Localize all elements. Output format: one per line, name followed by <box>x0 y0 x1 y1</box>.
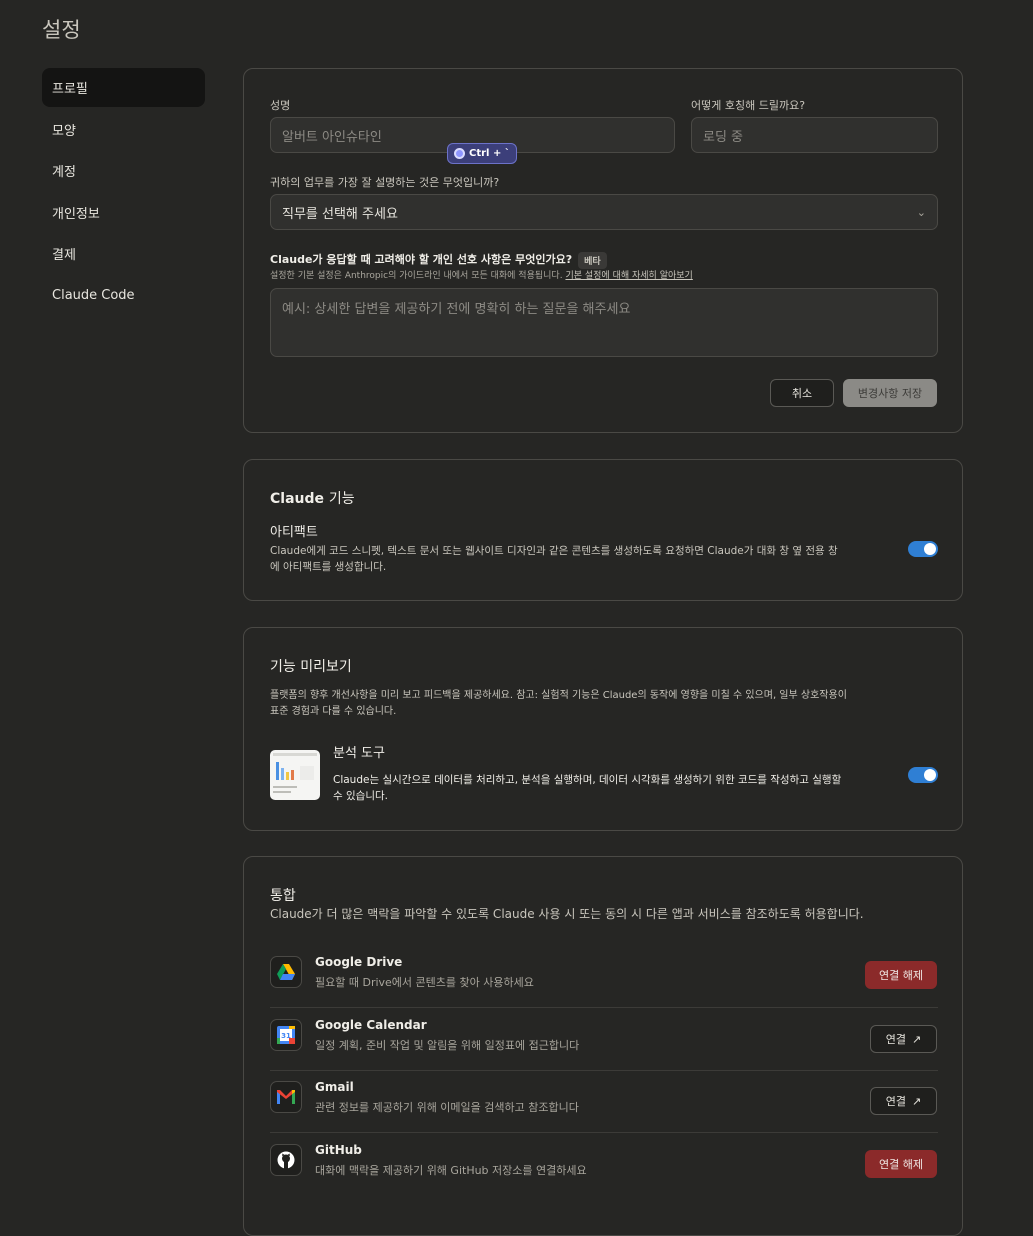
integration-name: Google Calendar <box>315 1018 427 1032</box>
sidebar-item-privacy[interactable]: 개인정보 <box>42 193 205 232</box>
features-title-ko: 기능 <box>328 491 355 507</box>
claude-features-card: Claude 기능 아티팩트 Claude에게 코드 스니펫, 텍스트 문서 또… <box>243 459 963 601</box>
google-calendar-icon: 31 <box>270 1019 302 1051</box>
analysis-tool-title: 분석 도구 <box>333 746 385 761</box>
integration-description: 대화에 맥락을 제공하기 위해 GitHub 저장소를 연결하세요 <box>315 1164 587 1177</box>
page-title: 설정 <box>42 18 81 42</box>
analysis-tool-description-line-2: 수 있습니다. <box>333 790 388 802</box>
nickname-input[interactable]: 로딩 중 <box>691 117 938 153</box>
beta-badge: 베타 <box>578 251 607 269</box>
integration-row-github: GitHub 대화에 맥락을 제공하기 위해 GitHub 저장소를 연결하세요… <box>270 1134 938 1196</box>
analysis-tool-description-line-1: Claude는 실시간으로 데이터를 처리하고, 분석을 실행하며, 데이터 시… <box>333 774 842 786</box>
integration-description: 일정 계획, 준비 작업 및 알림을 위해 일정표에 접근합니다 <box>315 1039 580 1052</box>
sidebar-item-profile[interactable]: 프로필 <box>42 68 205 107</box>
features-title-en: Claude <box>270 491 325 507</box>
integration-description: 필요할 때 Drive에서 콘텐츠를 찾아 사용하세요 <box>315 976 534 989</box>
artifacts-toggle[interactable] <box>908 541 938 557</box>
sidebar-item-claude-code[interactable]: Claude Code <box>42 276 205 315</box>
integration-row-gmail: Gmail 관련 정보를 제공하기 위해 이메일을 검색하고 참조합니다 연결 … <box>270 1071 938 1133</box>
preview-description: 플랫폼의 향후 개선사항을 미리 보고 피드백을 제공하세요. 참고: 실험적 … <box>270 688 942 720</box>
preferences-label: Claude가 응답할 때 고려해야 할 개인 선호 사항은 무엇인가요? 베타 <box>270 251 607 269</box>
artifacts-description-line-2: 에 아티팩트를 생성합니다. <box>270 561 387 573</box>
external-link-icon: ↗ <box>912 1094 922 1108</box>
analysis-chart-icon <box>273 753 317 793</box>
analysis-tool-thumbnail <box>270 750 320 800</box>
external-link-icon: ↗ <box>912 1032 922 1046</box>
features-title: Claude 기능 <box>270 488 355 508</box>
google-calendar-connect-button[interactable]: 연결 ↗ <box>870 1025 937 1053</box>
profile-card: 성명 알버트 아인슈타인 어떻게 호칭해 드릴까요? 로딩 중 귀하의 업무를 … <box>243 68 963 433</box>
preview-description-line-1: 플랫폼의 향후 개선사항을 미리 보고 피드백을 제공하세요. 참고: 실험적 … <box>270 690 847 701</box>
integrations-title: 통합 <box>270 888 296 904</box>
preferences-label-text: Claude가 응답할 때 고려해야 할 개인 선호 사항은 무엇인가요? <box>270 253 573 266</box>
save-changes-button[interactable]: 변경사항 저장 <box>843 379 937 407</box>
preferences-textarea[interactable]: 예시: 상세한 답변을 제공하기 전에 명확히 하는 질문을 해주세요 <box>270 288 938 357</box>
connect-label: 연결 <box>885 1033 907 1046</box>
integration-row-google-calendar: 31 Google Calendar 일정 계획, 준비 작업 및 알림을 위해… <box>270 1009 938 1071</box>
shortcut-badge: Ctrl + ` <box>447 143 517 164</box>
artifacts-description-line-1: Claude에게 코드 스니펫, 텍스트 문서 또는 웹사이트 디자인과 같은 … <box>270 545 838 557</box>
gmail-connect-button[interactable]: 연결 ↗ <box>870 1087 937 1115</box>
sidebar-item-appearance[interactable]: 모양 <box>42 110 205 149</box>
sidebar-item-billing[interactable]: 결제 <box>42 234 205 273</box>
integration-name: Google Drive <box>315 955 403 969</box>
assistant-logo-icon <box>454 148 465 159</box>
google-drive-icon <box>270 956 302 988</box>
gmail-icon <box>270 1081 302 1113</box>
shortcut-badge-text: Ctrl + ` <box>469 148 510 159</box>
integrations-description: Claude가 더 많은 맥락을 파악할 수 있도록 Claude 사용 시 또… <box>270 907 864 921</box>
feature-preview-card: 기능 미리보기 플랫폼의 향후 개선사항을 미리 보고 피드백을 제공하세요. … <box>243 627 963 831</box>
preferences-hint: 설정한 기본 설정은 Anthropic의 가이드라인 내에서 모든 대화에 적… <box>270 268 693 281</box>
preview-title: 기능 미리보기 <box>270 659 352 675</box>
work-select-value: 직무를 선택해 주세요 <box>282 206 398 222</box>
analysis-tool-description: Claude는 실시간으로 데이터를 처리하고, 분석을 실행하며, 데이터 시… <box>333 772 893 804</box>
google-drive-disconnect-button[interactable]: 연결 해제 <box>865 961 937 989</box>
integrations-card: 통합 Claude가 더 많은 맥락을 파악할 수 있도록 Claude 사용 … <box>243 856 963 1236</box>
artifacts-description: Claude에게 코드 스니펫, 텍스트 문서 또는 웹사이트 디자인과 같은 … <box>270 543 890 575</box>
call-label: 어떻게 호칭해 드릴까요? <box>691 99 806 112</box>
integration-name: Gmail <box>315 1080 354 1094</box>
chevron-down-icon: ⌄ <box>916 205 926 219</box>
integration-row-google-drive: Google Drive 필요할 때 Drive에서 콘텐츠를 찾아 사용하세요… <box>270 946 938 1008</box>
analysis-tool-toggle[interactable] <box>908 767 938 783</box>
calendar-day-number: 31 <box>281 1032 291 1040</box>
preview-description-line-2: 표준 경험과 다를 수 있습니다. <box>270 706 397 717</box>
github-disconnect-button[interactable]: 연결 해제 <box>865 1150 937 1178</box>
sidebar-item-account[interactable]: 계정 <box>42 151 205 190</box>
settings-sidebar: 프로필 모양 계정 개인정보 결제 Claude Code <box>42 68 205 317</box>
name-label: 성명 <box>270 99 291 112</box>
preferences-hint-text: 설정한 기본 설정은 Anthropic의 가이드라인 내에서 모든 대화에 적… <box>270 271 563 281</box>
cancel-button[interactable]: 취소 <box>770 379 834 407</box>
connect-label: 연결 <box>885 1095 907 1108</box>
work-label: 귀하의 업무를 가장 잘 설명하는 것은 무엇입니까? <box>270 176 500 189</box>
integration-name: GitHub <box>315 1143 362 1157</box>
github-icon <box>270 1144 302 1176</box>
integration-description: 관련 정보를 제공하기 위해 이메일을 검색하고 참조합니다 <box>315 1101 579 1114</box>
preferences-learn-more-link[interactable]: 기본 설정에 대해 자세히 알아보기 <box>565 271 692 281</box>
artifacts-title: 아티팩트 <box>270 525 318 540</box>
work-select[interactable]: 직무를 선택해 주세요 ⌄ <box>270 194 938 230</box>
